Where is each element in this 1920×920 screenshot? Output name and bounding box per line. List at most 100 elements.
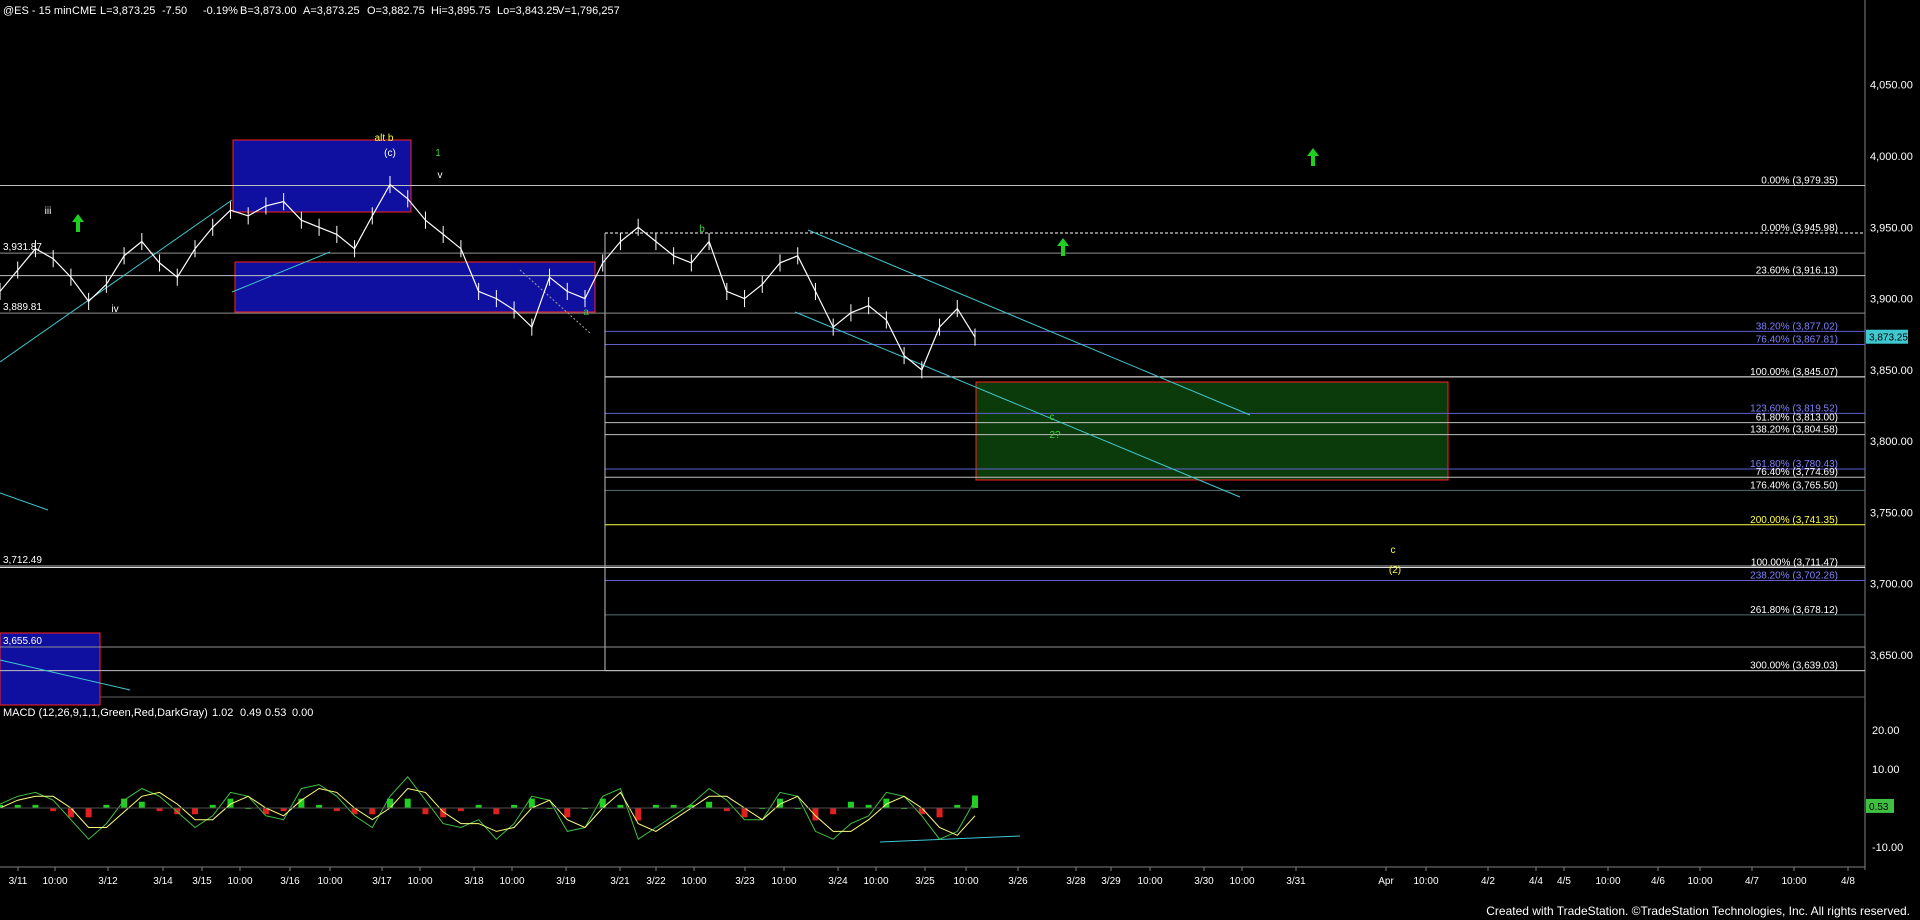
x-tick-label: 10:00 [227, 876, 252, 887]
fib-label: 176.40% (3,765.50) [1750, 480, 1838, 491]
fib-label: 100.00% (3,711.47) [1751, 557, 1838, 568]
wave-label: (2) [1389, 565, 1401, 576]
wave-label: 2? [1049, 430, 1061, 441]
x-tick-label: 10:00 [407, 876, 432, 887]
exchange-label: CME [72, 5, 96, 17]
macd-histogram-bar [830, 808, 837, 815]
x-tick-label: 4/4 [1529, 876, 1543, 887]
x-tick-label: 10:00 [1687, 876, 1712, 887]
wave-label: iii [45, 206, 52, 217]
left-price-label: 3,655.60 [3, 636, 42, 647]
wave-label: v [438, 170, 443, 181]
macd-value-2: 0.49 [240, 707, 261, 719]
up-arrow-icon [72, 214, 84, 232]
x-tick-label: 4/7 [1745, 876, 1759, 887]
macd-signal-line [0, 787, 976, 836]
x-tick-label: 10:00 [1595, 876, 1620, 887]
macd-histogram-bar [404, 798, 411, 808]
fib-label: 61.80% (3,813.00) [1756, 413, 1838, 424]
x-tick-label: Apr [1378, 876, 1394, 887]
x-tick-label: 4/6 [1651, 876, 1665, 887]
last-price-tag-label: 3,873.25 [1869, 333, 1908, 344]
x-tick-label: 3/24 [828, 876, 848, 887]
macd-histogram-bar [635, 808, 642, 821]
trend-line [879, 835, 1021, 843]
macd-histogram-bar [936, 808, 943, 818]
macd-y-tick-label: 20.00 [1872, 725, 1900, 737]
y-tick-label: 3,900.00 [1870, 294, 1913, 306]
macd-histogram-bar [972, 795, 978, 808]
macd-histogram-bar [706, 801, 713, 808]
x-tick-label: 3/14 [153, 876, 173, 887]
y-tick-label: 3,950.00 [1870, 222, 1913, 234]
macd-histogram-bar [564, 808, 571, 818]
macd-value-4: 0.00 [292, 707, 313, 719]
x-tick-label: 3/21 [610, 876, 630, 887]
fib-label: 0.00% (3,979.35) [1761, 175, 1838, 186]
left-price-label: 3,931.87 [3, 242, 42, 253]
change-label: -7.50 [162, 5, 187, 17]
macd-histogram-bar [422, 808, 429, 815]
trend-line [0, 492, 49, 511]
x-tick-label: 3/11 [9, 876, 28, 887]
macd-histogram-bar [847, 801, 854, 808]
x-tick-label: 10:00 [771, 876, 796, 887]
high-label: Hi=3,895.75 [431, 5, 491, 17]
macd-value-3: 0.53 [265, 707, 286, 719]
y-tick-label: 3,750.00 [1870, 507, 1913, 519]
x-tick-label: 3/23 [735, 876, 755, 887]
x-tick-label: 3/17 [372, 876, 392, 887]
green-target-box [975, 381, 1449, 481]
x-tick-label: 10:00 [1137, 876, 1162, 887]
wave-label: iv [111, 304, 118, 315]
macd-histogram-bar [812, 808, 819, 821]
macd-value-1: 1.02 [212, 707, 233, 719]
low-label: Lo=3,843.25 [497, 5, 558, 17]
fib-label: 138.20% (3,804.58) [1750, 425, 1838, 436]
macd-histogram-bar [192, 808, 198, 815]
y-tick-label: 4,000.00 [1870, 151, 1913, 163]
volume-label: V=1,796,257 [557, 5, 620, 17]
fib-label: 76.40% (3,867.81) [1756, 334, 1838, 345]
macd-y-tick-label: 10.00 [1872, 764, 1900, 776]
fib-label: 200.00% (3,741.35) [1750, 515, 1838, 526]
fib-label: 76.40% (3,774.69) [1756, 467, 1838, 478]
left-price-label: 3,889.81 [3, 302, 42, 313]
x-tick-label: 10:00 [317, 876, 342, 887]
macd-title: MACD (12,26,9,1,1,Green,Red,DarkGray) [3, 707, 208, 719]
y-tick-label: 3,700.00 [1870, 579, 1913, 591]
x-tick-label: 10:00 [681, 876, 706, 887]
x-tick-label: 4/2 [1481, 876, 1495, 887]
x-tick-label: 3/15 [192, 876, 212, 887]
last-price-label: L=3,873.25 [100, 5, 155, 17]
x-tick-label: 3/28 [1066, 876, 1086, 887]
wave-label: 1 [435, 148, 441, 159]
x-tick-label: 10:00 [863, 876, 888, 887]
symbol-label: @ES - 15 min [3, 5, 72, 17]
wave-label: a [583, 307, 589, 318]
y-tick-label: 3,850.00 [1870, 365, 1913, 377]
change-pct-label: -0.19% [203, 5, 238, 17]
footer-copyright: Created with TradeStation. ©TradeStation… [1486, 904, 1910, 918]
trend-line [0, 199, 233, 363]
x-tick-label: 10:00 [1781, 876, 1806, 887]
fib-label: 100.00% (3,845.07) [1750, 367, 1838, 378]
macd-histogram-bar [67, 808, 74, 818]
x-tick-label: 3/26 [1008, 876, 1028, 887]
y-tick-label: 3,800.00 [1870, 436, 1913, 448]
fib-label: 23.60% (3,916.13) [1756, 266, 1838, 277]
y-tick-label: 4,050.00 [1870, 80, 1913, 92]
bid-label: B=3,873.00 [240, 5, 297, 17]
x-tick-label: 3/18 [464, 876, 484, 887]
fib-label: 0.00% (3,945.98) [1761, 223, 1838, 234]
macd-histogram-bar [138, 801, 145, 808]
macd-histogram-bar [369, 808, 376, 815]
price-chart[interactable]: @ES - 15 min CME L=3,873.25 -7.50 -0.19%… [0, 0, 1920, 920]
x-tick-label: 10:00 [42, 876, 67, 887]
wave-label: c [1391, 545, 1396, 556]
x-tick-label: 10:00 [499, 876, 524, 887]
x-tick-label: 10:00 [953, 876, 978, 887]
x-tick-label: 4/5 [1557, 876, 1571, 887]
x-tick-label: 3/25 [915, 876, 935, 887]
fib-label: 300.00% (3,639.03) [1750, 661, 1838, 672]
